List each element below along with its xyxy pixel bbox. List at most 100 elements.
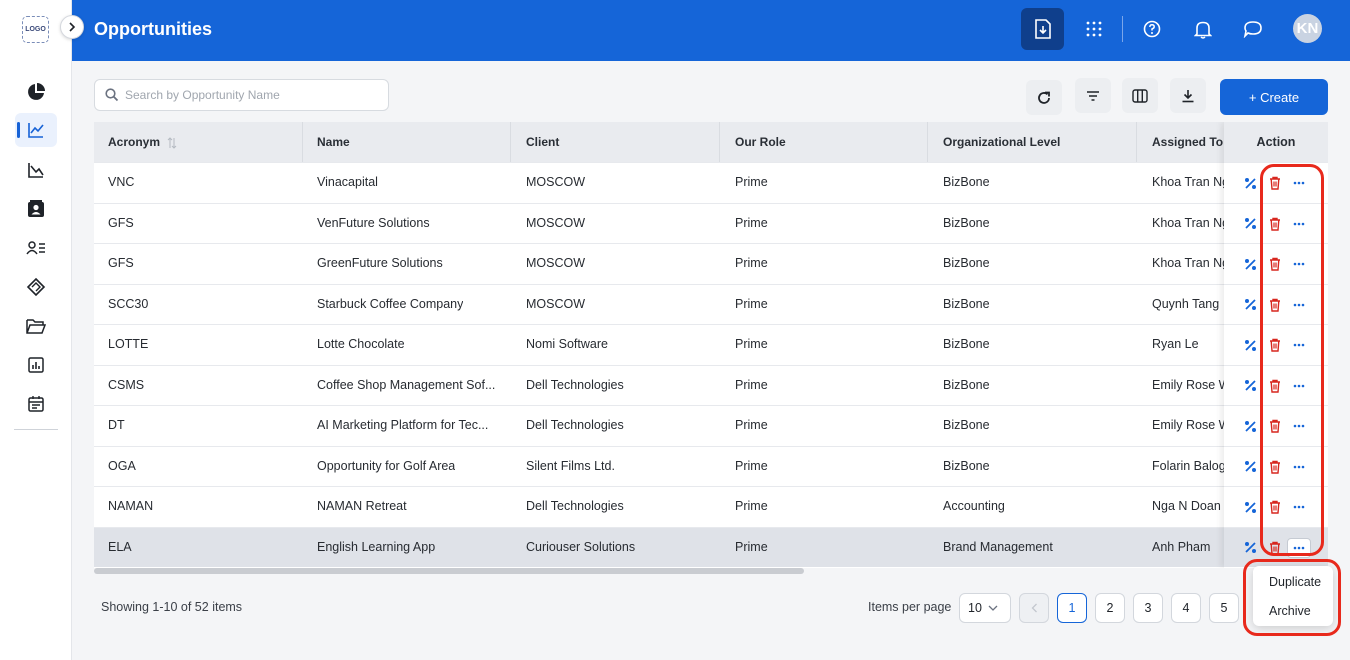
column-header-client[interactable]: Client — [526, 135, 559, 149]
action-column: Action — [1224, 122, 1328, 568]
horizontal-scrollbar[interactable] — [94, 568, 804, 574]
sidebar-item-reports[interactable] — [15, 348, 57, 382]
columns-icon — [1132, 88, 1148, 103]
sidebar-item-calendar[interactable] — [15, 387, 57, 421]
win-rate-button[interactable] — [1242, 378, 1258, 394]
cell-our-role: Prime — [735, 539, 768, 554]
win-rate-button[interactable] — [1242, 256, 1258, 272]
more-actions-button[interactable] — [1291, 216, 1307, 232]
win-rate-button[interactable] — [1242, 216, 1258, 232]
page-button-3[interactable]: 3 — [1133, 593, 1163, 623]
sidebar-item-dashboard[interactable] — [15, 75, 57, 109]
refresh-button[interactable] — [1026, 80, 1062, 115]
cell-assigned-to: Anh Pham — [1152, 539, 1211, 554]
table-row[interactable]: OGA Opportunity for Golf Area Silent Films… — [94, 445, 1328, 486]
columns-button[interactable] — [1122, 78, 1158, 113]
cell-name: GreenFuture Solutions — [317, 256, 443, 270]
table-row[interactable]: ELA English Learning App Curiouser Solutio… — [94, 526, 1328, 567]
search-input[interactable] — [125, 80, 383, 110]
sidebar: LOGO — [0, 0, 72, 660]
notifications-button[interactable] — [1181, 8, 1224, 50]
bell-icon — [1193, 21, 1212, 39]
delete-button[interactable] — [1267, 337, 1283, 353]
cell-acronym: OGA — [108, 458, 136, 473]
percent-icon — [1244, 461, 1256, 472]
column-header-our-role[interactable]: Our Role — [735, 135, 786, 149]
delete-button[interactable] — [1267, 459, 1283, 475]
sidebar-item-opportunities[interactable] — [15, 113, 57, 147]
delete-button[interactable] — [1267, 418, 1283, 434]
more-actions-button[interactable] — [1291, 297, 1307, 313]
table-row[interactable]: LOTTE Lotte Chocolate Nomi Software Prime Bi… — [94, 324, 1328, 364]
page-button-1[interactable]: 1 — [1057, 593, 1087, 623]
sidebar-item-contacts[interactable] — [15, 192, 57, 226]
cell-name: AI Marketing Platform for Tec... — [317, 418, 489, 432]
cell-org-level: BizBone — [943, 377, 990, 392]
win-rate-button[interactable] — [1242, 499, 1258, 515]
sidebar-item-documents[interactable] — [15, 309, 57, 343]
win-rate-button[interactable] — [1242, 175, 1258, 191]
menu-item-archive[interactable]: Archive — [1253, 597, 1333, 625]
more-actions-button[interactable] — [1291, 337, 1307, 353]
create-button[interactable]: + Create — [1220, 79, 1328, 115]
win-rate-button[interactable] — [1242, 418, 1258, 434]
delete-button[interactable] — [1267, 256, 1283, 272]
area-chart-icon — [28, 163, 44, 178]
delete-button[interactable] — [1267, 378, 1283, 394]
sort-icon[interactable] — [167, 137, 177, 149]
table-row[interactable]: CSMS Coffee Shop Management Sof... Dell Te… — [94, 364, 1328, 405]
chevron-right-icon — [69, 22, 76, 32]
table-row[interactable]: VNC Vinacapital MOSCOW Prime BizBone Khoa Tra… — [94, 162, 1328, 202]
more-actions-button[interactable] — [1291, 256, 1307, 272]
page-button-4[interactable]: 4 — [1171, 593, 1201, 623]
more-actions-button[interactable] — [1287, 537, 1311, 558]
sidebar-toggle-button[interactable] — [60, 15, 84, 39]
table-row[interactable]: NAMAN NAMAN Retreat Dell Technologies Prime… — [94, 486, 1328, 526]
column-header-assigned-to[interactable]: Assigned To — [1152, 135, 1223, 149]
help-button[interactable] — [1130, 8, 1173, 50]
win-rate-button[interactable] — [1242, 297, 1258, 313]
win-rate-button[interactable] — [1242, 337, 1258, 353]
more-actions-button[interactable] — [1291, 459, 1307, 475]
column-header-org-level[interactable]: Organizational Level — [943, 135, 1060, 149]
win-rate-button[interactable] — [1242, 459, 1258, 475]
column-header-action: Action — [1224, 122, 1328, 162]
cell-acronym: SCC30 — [108, 296, 149, 311]
search-box — [94, 79, 389, 111]
page-button-5[interactable]: 5 — [1209, 593, 1239, 623]
items-per-page-select[interactable]: 10 — [959, 593, 1011, 623]
action-cell — [1224, 324, 1328, 364]
export-button[interactable] — [1170, 78, 1206, 113]
prev-page-button[interactable] — [1019, 593, 1049, 623]
chat-button[interactable] — [1231, 8, 1274, 50]
page-button-2[interactable]: 2 — [1095, 593, 1125, 623]
delete-button[interactable] — [1267, 540, 1283, 556]
delete-button[interactable] — [1267, 499, 1283, 515]
delete-button[interactable] — [1267, 175, 1283, 191]
more-actions-button[interactable] — [1291, 418, 1307, 434]
import-button[interactable] — [1021, 8, 1064, 50]
win-rate-button[interactable] — [1242, 540, 1258, 556]
avatar[interactable]: KN — [1293, 14, 1322, 43]
apps-grid-icon — [1086, 21, 1101, 37]
sidebar-item-forecast[interactable] — [15, 153, 57, 187]
column-header-name[interactable]: Name — [317, 135, 350, 149]
table-row[interactable]: GFS GreenFuture Solutions MOSCOW Prime BizBo… — [94, 243, 1328, 283]
delete-button[interactable] — [1267, 297, 1283, 313]
filter-button[interactable] — [1075, 78, 1111, 113]
more-actions-button[interactable] — [1291, 378, 1307, 394]
table-row[interactable]: GFS VenFuture Solutions MOSCOW Prime BizBone… — [94, 202, 1328, 243]
column-header-acronym[interactable]: Acronym — [108, 135, 177, 149]
delete-button[interactable] — [1267, 216, 1283, 232]
menu-item-duplicate[interactable]: Duplicate — [1253, 568, 1333, 596]
trash-icon — [1270, 379, 1280, 393]
more-actions-button[interactable] — [1291, 175, 1307, 191]
sidebar-item-deals[interactable] — [15, 270, 57, 304]
more-actions-button[interactable] — [1291, 499, 1307, 515]
apps-button[interactable] — [1072, 8, 1115, 50]
trash-icon — [1270, 419, 1280, 433]
sidebar-item-people[interactable] — [15, 231, 57, 265]
table-row[interactable]: SCC30 Starbuck Coffee Company MOSCOW Prime B… — [94, 283, 1328, 324]
column-separator — [719, 122, 720, 162]
table-row[interactable]: DT AI Marketing Platform for Tec... Dell T… — [94, 405, 1328, 445]
